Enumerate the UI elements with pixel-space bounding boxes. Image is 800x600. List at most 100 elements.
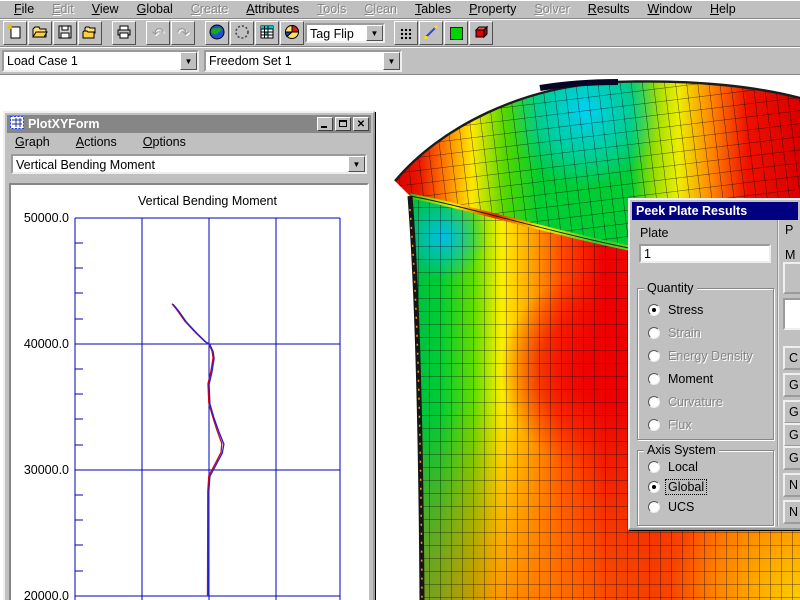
globe-icon: [209, 24, 225, 43]
chevron-down-icon[interactable]: ▼: [180, 52, 197, 70]
plate-label: Plate: [640, 226, 669, 240]
radio-stress[interactable]: Stress: [648, 302, 705, 317]
chart-panel: Vertical Bending Moment 50000.0 40000.0 …: [9, 183, 369, 600]
undo-icon: ↶: [152, 26, 165, 41]
close-button[interactable]: [353, 117, 369, 131]
radio-label: Curvature: [666, 395, 725, 409]
new-button[interactable]: [3, 21, 27, 45]
load-case-combo[interactable]: Load Case 1 ▼: [2, 50, 199, 72]
menu-actions[interactable]: Actions: [76, 135, 117, 151]
radio-icon: [648, 373, 660, 385]
plotxy-menubar: Graph Actions Options: [7, 133, 371, 151]
open-button[interactable]: [28, 21, 52, 45]
menu-graph[interactable]: Graph: [15, 135, 50, 151]
quantity-group-label: Quantity: [644, 281, 697, 295]
radio-label: Local: [666, 460, 700, 474]
menu-file[interactable]: File: [5, 1, 43, 18]
xy-plot: [11, 185, 369, 600]
peek-clipped-column: P M C G G G G N N: [777, 220, 800, 526]
series-combo-value: Vertical Bending Moment: [13, 156, 348, 172]
line-tool-button[interactable]: [419, 21, 443, 45]
solid-tool-button[interactable]: [469, 21, 493, 45]
menu-global[interactable]: Global: [128, 1, 182, 18]
radio-icon: [648, 327, 660, 339]
plate-tool-button[interactable]: [444, 21, 468, 45]
radio-flux: Flux: [648, 417, 694, 432]
radio-label: Stress: [666, 303, 705, 317]
menu-window[interactable]: Window: [638, 1, 700, 18]
minimize-button[interactable]: [317, 117, 333, 131]
radio-moment[interactable]: Moment: [648, 371, 715, 386]
radio-global[interactable]: Global: [648, 479, 706, 494]
clipped-button[interactable]: N: [783, 500, 800, 524]
chevron-down-icon[interactable]: ▼: [348, 156, 365, 172]
toolbar: ↶ ↷ Tag Flip ▼: [0, 19, 800, 47]
menu-tools: Tools: [308, 1, 355, 18]
plotxy-window-title: PlotXYForm: [28, 117, 315, 131]
radio-ucs[interactable]: UCS: [648, 499, 696, 514]
open-folder-icon: [32, 24, 48, 43]
toolbar-separator: [137, 21, 146, 45]
undo-button: ↶: [146, 21, 170, 45]
save-all-button[interactable]: [78, 21, 102, 45]
plotxy-titlebar[interactable]: PlotXYForm: [7, 115, 371, 133]
print-button[interactable]: [112, 21, 136, 45]
axis-system-groupbox: Axis System Local Global UCS: [637, 450, 774, 526]
chevron-down-icon[interactable]: ▼: [366, 25, 383, 41]
toolbar-separator: [385, 21, 394, 45]
radio-label: Strain: [666, 326, 703, 340]
freedom-set-combo[interactable]: Freedom Set 1 ▼: [204, 50, 402, 72]
tag-flip-combo[interactable]: Tag Flip ▼: [305, 23, 385, 43]
menu-attributes[interactable]: Attributes: [237, 1, 308, 18]
clipped-field[interactable]: [783, 298, 800, 330]
plotxy-window-icon: [10, 116, 24, 132]
plotxy-window: PlotXYForm Graph Actions Options Vertica…: [3, 111, 375, 600]
menu-view[interactable]: View: [83, 1, 128, 18]
radio-icon: [648, 461, 660, 473]
radio-icon: [648, 396, 660, 408]
dashed-circle-icon: [234, 24, 250, 43]
toolbar-separator: [196, 21, 205, 45]
radio-icon: [648, 419, 660, 431]
clipped-button[interactable]: N: [783, 473, 800, 497]
clipped-label: M: [785, 248, 795, 262]
series-combo[interactable]: Vertical Bending Moment ▼: [11, 154, 367, 174]
model-canvas[interactable]: PlotXYForm Graph Actions Options Vertica…: [0, 76, 800, 600]
menu-tables[interactable]: Tables: [406, 1, 460, 18]
radio-local[interactable]: Local: [648, 459, 700, 474]
maximize-button[interactable]: [335, 117, 351, 131]
save-button[interactable]: [53, 21, 77, 45]
menu-help[interactable]: Help: [701, 1, 745, 18]
globe-button[interactable]: [205, 21, 229, 45]
clipped-button[interactable]: G: [783, 373, 800, 397]
printer-icon: [116, 24, 132, 43]
pie-chart-button[interactable]: [280, 21, 304, 45]
chevron-down-icon[interactable]: ▼: [383, 52, 400, 70]
grid-dots-button[interactable]: [394, 21, 418, 45]
axis-system-group-label: Axis System: [644, 443, 719, 457]
clipped-button[interactable]: G: [783, 400, 800, 424]
selector-bar: Load Case 1 ▼ Freedom Set 1 ▼: [0, 47, 800, 75]
plate-input[interactable]: [639, 244, 771, 263]
clipped-button[interactable]: [783, 262, 800, 294]
save-floppy-icon: [57, 24, 73, 43]
radio-label: UCS: [666, 500, 696, 514]
table-grid-button[interactable]: [255, 21, 279, 45]
menu-property[interactable]: Property: [460, 1, 525, 18]
peek-titlebar[interactable]: Peek Plate Results: [632, 202, 798, 220]
clipped-button[interactable]: G: [783, 446, 800, 470]
pie-chart-icon: [284, 24, 300, 43]
radio-label: Moment: [666, 372, 715, 386]
radio-label: Flux: [666, 418, 694, 432]
radio-curvature: Curvature: [648, 394, 725, 409]
menu-results[interactable]: Results: [579, 1, 639, 18]
radio-label: Energy Density: [666, 349, 755, 363]
menu-clean: Clean: [355, 1, 406, 18]
menu-options[interactable]: Options: [143, 135, 186, 151]
plot-curves: [172, 304, 224, 596]
clipped-button[interactable]: G: [783, 423, 800, 447]
select-ring-button[interactable]: [230, 21, 254, 45]
menu-create: Create: [182, 1, 238, 18]
clipped-button[interactable]: C: [783, 346, 800, 370]
freedom-set-value: Freedom Set 1: [206, 52, 383, 70]
